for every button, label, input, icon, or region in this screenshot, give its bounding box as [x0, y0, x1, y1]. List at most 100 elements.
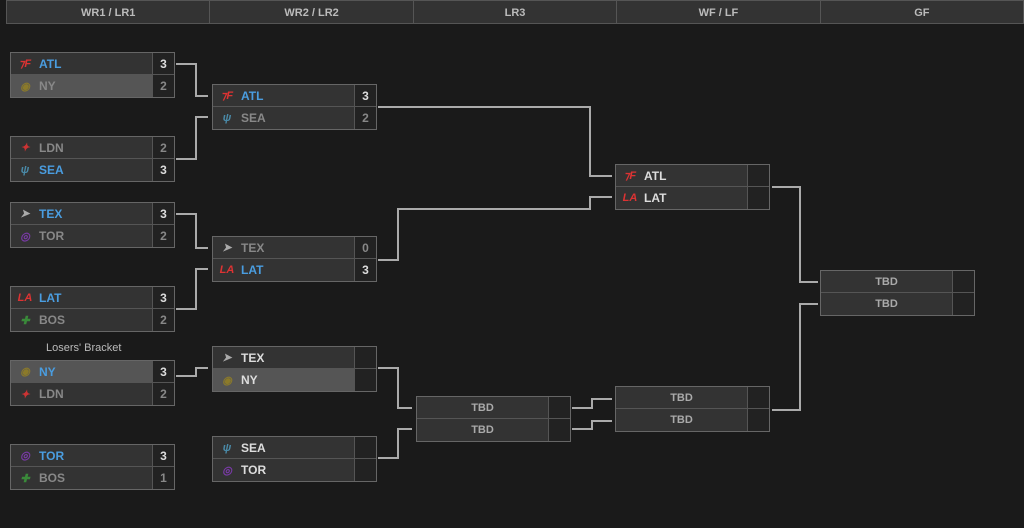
team-row: ➤ TEX [213, 347, 376, 369]
team-row: ψ SEA 3 [11, 159, 174, 181]
team-code: ATL [39, 57, 152, 71]
team-score: 3 [354, 259, 376, 281]
team-row: ◎ TOR 2 [11, 225, 174, 247]
team-code: TEX [39, 207, 152, 221]
team-code: ATL [644, 169, 747, 183]
header-lr3: LR3 [414, 0, 617, 24]
team-row: ➤ TEX 0 [213, 237, 376, 259]
team-logo-icon: ◎ [219, 462, 235, 478]
team-score [747, 187, 769, 209]
match-wr2-1[interactable]: ⁊F ATL 3 ψ SEA 2 [212, 84, 377, 130]
team-score [354, 369, 376, 391]
team-code: SEA [39, 163, 152, 177]
tbd-text: TBD [821, 276, 952, 288]
losers-bracket-label: Losers' Bracket [46, 342, 121, 354]
team-logo-icon: LA [622, 190, 638, 206]
team-logo-icon: ✚ [17, 470, 33, 486]
team-row: ➤ TEX 3 [11, 203, 174, 225]
team-score: 3 [152, 445, 174, 466]
team-code: NY [241, 373, 354, 387]
team-logo-icon: ➤ [219, 350, 235, 366]
team-score: 2 [152, 225, 174, 247]
team-row: LA LAT 3 [213, 259, 376, 281]
team-logo-icon: LA [17, 290, 33, 306]
team-score: 2 [152, 383, 174, 405]
team-code: LAT [241, 263, 354, 277]
team-logo-icon: ✚ [17, 312, 33, 328]
match-wr1-4[interactable]: LA LAT 3 ✚ BOS 2 [10, 286, 175, 332]
match-lf[interactable]: TBD TBD [615, 386, 770, 432]
team-logo-icon: ⁊F [622, 168, 638, 184]
team-code: SEA [241, 111, 354, 125]
match-lr2-1[interactable]: ➤ TEX ◉ NY [212, 346, 377, 392]
team-code: LAT [644, 191, 747, 205]
team-score [548, 419, 570, 441]
match-wr2-2[interactable]: ➤ TEX 0 LA LAT 3 [212, 236, 377, 282]
team-row: TBD [417, 419, 570, 441]
match-lr1-1[interactable]: ◉ NY 3 ✦ LDN 2 [10, 360, 175, 406]
team-row: ✦ LDN 2 [11, 383, 174, 405]
team-logo-icon: ◉ [17, 364, 33, 380]
team-score: 1 [152, 467, 174, 489]
team-score [747, 409, 769, 431]
team-row: ◉ NY 2 [11, 75, 174, 97]
match-wr1-3[interactable]: ➤ TEX 3 ◎ TOR 2 [10, 202, 175, 248]
tbd-text: TBD [417, 402, 548, 414]
header-gf: GF [821, 0, 1024, 24]
team-row: ψ SEA 2 [213, 107, 376, 129]
match-wr1-2[interactable]: ✦ LDN 2 ψ SEA 3 [10, 136, 175, 182]
team-logo-icon: ψ [219, 440, 235, 456]
header-wr2: WR2 / LR2 [210, 0, 413, 24]
team-code: SEA [241, 441, 354, 455]
team-score: 3 [354, 85, 376, 106]
team-score: 3 [152, 53, 174, 74]
column-headers: WR1 / LR1 WR2 / LR2 LR3 WF / LF GF [0, 0, 1024, 24]
team-row: ψ SEA [213, 437, 376, 459]
team-code: NY [39, 79, 152, 93]
team-logo-icon: ◎ [17, 228, 33, 244]
team-row: TBD [417, 397, 570, 419]
team-row: ✦ LDN 2 [11, 137, 174, 159]
match-lr2-2[interactable]: ψ SEA ◎ TOR [212, 436, 377, 482]
bracket-area: Losers' Bracket ⁊F ATL 3 ◉ NY 2 ✦ LDN 2 … [0, 24, 1024, 528]
tbd-text: TBD [616, 392, 747, 404]
team-row: ⁊F ATL [616, 165, 769, 187]
team-logo-icon: ⁊F [219, 88, 235, 104]
match-wr1-1[interactable]: ⁊F ATL 3 ◉ NY 2 [10, 52, 175, 98]
match-lr3[interactable]: TBD TBD [416, 396, 571, 442]
match-wf[interactable]: ⁊F ATL LA LAT [615, 164, 770, 210]
team-score: 3 [152, 159, 174, 181]
team-row: ◉ NY 3 [11, 361, 174, 383]
team-score [354, 347, 376, 368]
team-score [747, 387, 769, 408]
team-logo-icon: ψ [219, 110, 235, 126]
team-code: LDN [39, 387, 152, 401]
team-row: LA LAT 3 [11, 287, 174, 309]
tbd-text: TBD [417, 424, 548, 436]
team-score: 3 [152, 287, 174, 308]
team-code: LDN [39, 141, 152, 155]
team-logo-icon: ◉ [17, 78, 33, 94]
team-score: 2 [152, 75, 174, 97]
team-row: ⁊F ATL 3 [11, 53, 174, 75]
team-code: TOR [39, 229, 152, 243]
team-code: TEX [241, 241, 354, 255]
tbd-text: TBD [616, 414, 747, 426]
team-logo-icon: ✦ [17, 140, 33, 156]
team-score [548, 397, 570, 418]
team-row: ◎ TOR [213, 459, 376, 481]
team-logo-icon: ψ [17, 162, 33, 178]
team-logo-icon: ◎ [17, 448, 33, 464]
team-logo-icon: LA [219, 262, 235, 278]
team-score: 2 [354, 107, 376, 129]
team-row: TBD [616, 387, 769, 409]
team-score [952, 271, 974, 292]
team-score: 3 [152, 361, 174, 382]
match-lr1-2[interactable]: ◎ TOR 3 ✚ BOS 1 [10, 444, 175, 490]
team-code: TOR [39, 449, 152, 463]
team-code: TEX [241, 351, 354, 365]
match-gf[interactable]: TBD TBD [820, 270, 975, 316]
team-logo-icon: ➤ [219, 240, 235, 256]
team-score [747, 165, 769, 186]
team-row: ◉ NY [213, 369, 376, 391]
